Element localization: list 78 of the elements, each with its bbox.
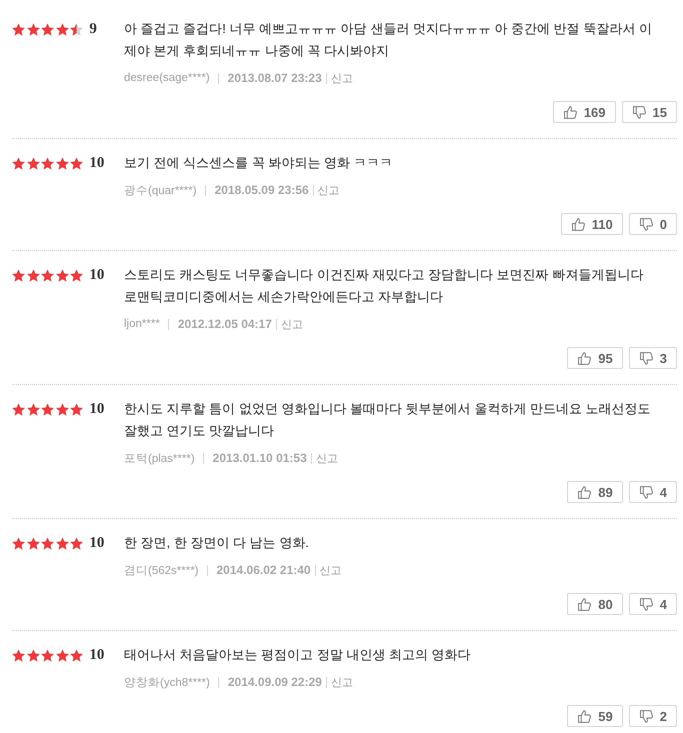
like-button[interactable]: 169: [552, 101, 616, 123]
review-author: desree(sage****): [124, 72, 210, 84]
thumbs-up-icon: [578, 598, 592, 610]
review-text: 태어나서 처음달아보는 평점이고 정말 내인생 최고의 영화다: [124, 646, 472, 664]
review-author: 양창화(ych8****): [124, 676, 210, 690]
star-icon: [41, 402, 54, 416]
rating-score: 10: [89, 266, 104, 284]
star-icon: [26, 536, 40, 550]
thumbs-down-icon: [632, 106, 646, 118]
thumbs-up-icon: [578, 486, 592, 498]
star-icon: [26, 22, 40, 36]
star-icon: [56, 156, 69, 170]
star-icon: [56, 268, 69, 282]
review-text: 아 즐겁고 즐겁다! 너무 예쁘고ㅠㅠㅠ 아담 샌들러 멋지다ㅠㅠㅠ 아 중간에 반절 뚝잘라서 이제야 본게 후회되네ㅠㅠ 나중에 꼭 다시봐야지: [124, 20, 653, 60]
dislike-button[interactable]: 2: [628, 705, 677, 727]
thumbs-down-icon: [640, 486, 653, 498]
review-text: 한 장면, 한 장면이 다 남는 영화.: [124, 534, 310, 552]
star-icon: [12, 268, 25, 282]
thumbs-down-icon: [640, 218, 653, 230]
review-date: 2013.08.07 23:23: [228, 71, 322, 85]
dislike-button[interactable]: 15: [622, 101, 677, 123]
rating-score: 10: [89, 154, 104, 172]
review-text: 보기 전에 식스센스를 꼭 봐야되는 영화 ㅋㅋㅋ: [124, 154, 394, 172]
review-date: 2014.09.09 22:29: [228, 675, 322, 689]
thumbs-up-icon: [564, 106, 577, 118]
star-icon: [26, 268, 40, 282]
rating-score: 10: [89, 646, 104, 664]
review-author: 겸디(562s****): [124, 564, 198, 578]
like-button[interactable]: 95: [567, 347, 623, 369]
star-icon: [12, 402, 25, 416]
dislike-button[interactable]: 4: [628, 593, 677, 615]
thumbs-down-icon: [640, 598, 653, 610]
star-icon: [12, 156, 25, 170]
thumbs-up-icon: [578, 352, 592, 364]
dislike-button[interactable]: 3: [628, 347, 677, 369]
star-icon: [56, 402, 69, 416]
like-button[interactable]: 89: [567, 481, 623, 503]
star-icon: [26, 156, 40, 170]
review-text: 스토리도 캐스팅도 너무좋습니다 이건진짜 재밌다고 장담합니다 보면진짜 빠져들게됩니다 로맨틱코미디중에서는 세손가락안에든다고 자부합니다: [124, 266, 644, 306]
star-icon: [12, 22, 25, 36]
rating-score: 10: [89, 534, 104, 552]
review-author: ljon****: [124, 318, 160, 330]
rating-score: 10: [89, 400, 104, 418]
review-author: 광수(quar****): [124, 184, 197, 198]
star-icon: [70, 268, 84, 282]
star-icon: [56, 22, 69, 36]
star-icon: [70, 648, 84, 662]
like-button[interactable]: 110: [560, 213, 623, 235]
thumbs-down-icon: [640, 710, 653, 722]
like-button[interactable]: 59: [567, 705, 623, 727]
star-icon: [70, 402, 84, 416]
star-icon: [41, 648, 54, 662]
star-icon: [26, 402, 40, 416]
like-button[interactable]: 80: [567, 593, 623, 615]
star-icon: [41, 536, 54, 550]
star-icon: [56, 536, 69, 550]
review-text: 한시도 지루할 틈이 없었던 영화입니다 볼때마다 뒷부분에서 울컥하게 만드네요 노래선정도 잘했고 연기도 맛깔납니다: [124, 400, 652, 440]
thumbs-down-icon: [640, 352, 653, 364]
star-icon: [70, 22, 84, 36]
dislike-button[interactable]: 0: [628, 213, 677, 235]
review-date: 2014.06.02 21:40: [216, 563, 311, 577]
star-icon: [41, 22, 54, 36]
review-author: 포턱(plas****): [124, 452, 195, 466]
star-icon: [70, 536, 84, 550]
star-icon: [26, 648, 40, 662]
dislike-button[interactable]: 4: [628, 481, 677, 503]
review-date: 2012.12.05 04:17: [178, 317, 272, 331]
star-icon: [41, 156, 54, 170]
star-icon: [12, 648, 25, 662]
rating-score: 9: [89, 20, 97, 38]
thumbs-up-icon: [578, 710, 592, 722]
star-icon: [41, 268, 54, 282]
review-date: 2018.05.09 23:56: [214, 183, 309, 197]
review-date: 2013.01.10 01:53: [212, 451, 307, 465]
star-icon: [56, 648, 69, 662]
star-icon: [70, 156, 84, 170]
thumbs-up-icon: [572, 218, 585, 230]
star-icon: [12, 536, 25, 550]
